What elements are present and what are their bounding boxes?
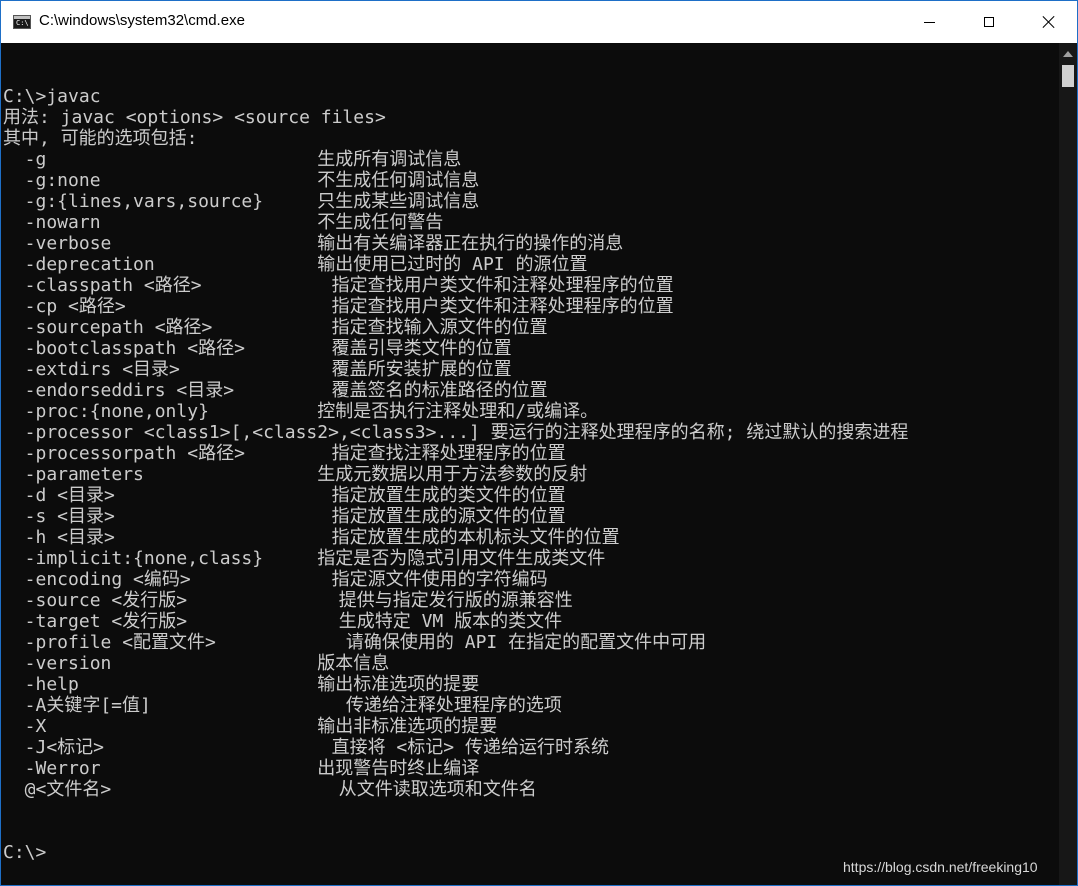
console-line: -g 生成所有调试信息 xyxy=(3,149,462,170)
console-line: -profile <配置文件> 请确保使用的 API 在指定的配置文件中可用 xyxy=(3,632,707,653)
console-line: -source <发行版> 提供与指定发行版的源兼容性 xyxy=(3,590,573,611)
console-line: -processorpath <路径> 指定查找注释处理程序的位置 xyxy=(3,443,566,464)
console-line: -processor <class1>[,<class2>,<class3>..… xyxy=(3,422,909,443)
console-line: C:\> xyxy=(3,842,47,863)
console-line: -d <目录> 指定放置生成的类文件的位置 xyxy=(3,485,566,506)
console-line: -nowarn 不生成任何警告 xyxy=(3,212,444,233)
scroll-thumb[interactable] xyxy=(1062,65,1074,87)
maximize-icon xyxy=(984,17,994,27)
maximize-button[interactable] xyxy=(959,1,1019,43)
console-line: -classpath <路径> 指定查找用户类文件和注释处理程序的位置 xyxy=(3,275,674,296)
console-line: -version 版本信息 xyxy=(3,653,390,674)
close-button[interactable] xyxy=(1019,1,1078,43)
console-line: -J<标记> 直接将 <标记> 传递给运行时系统 xyxy=(3,737,609,758)
cmd-icon[interactable]: C:\ xyxy=(13,15,31,29)
scroll-up-arrow-icon[interactable] xyxy=(1063,51,1073,57)
console-line: -g:{lines,vars,source} 只生成某些调试信息 xyxy=(3,191,480,212)
console-line: -A关键字[=值] 传递给注释处理程序的选项 xyxy=(3,695,562,716)
console-lines: C:\>javac 用法: javac <options> <source fil… xyxy=(3,65,908,863)
console-line: -proc:{none,only} 控制是否执行注释处理和/或编译。 xyxy=(3,401,599,422)
console-output[interactable]: C:\>javac 用法: javac <options> <source fil… xyxy=(1,43,1059,885)
console-line: -verbose 输出有关编译器正在执行的操作的消息 xyxy=(3,233,624,254)
cmd-window: C:\ C:\windows\system32\cmd.exe C:\>java… xyxy=(0,0,1078,886)
console-line: -implicit:{none,class} 指定是否为隐式引用文件生成类文件 xyxy=(3,548,606,569)
console-line: -cp <路径> 指定查找用户类文件和注释处理程序的位置 xyxy=(3,296,674,317)
minimize-button[interactable] xyxy=(899,1,959,43)
console-line: -g:none 不生成任何调试信息 xyxy=(3,170,480,191)
console-line: -Werror 出现警告时终止编译 xyxy=(3,758,480,779)
console-line: -parameters 生成元数据以用于方法参数的反射 xyxy=(3,464,588,485)
console-line: -encoding <编码> 指定源文件使用的字符编码 xyxy=(3,569,548,590)
title-bar[interactable]: C:\ C:\windows\system32\cmd.exe xyxy=(1,1,1077,43)
console-line: -bootclasspath <路径> 覆盖引导类文件的位置 xyxy=(3,338,512,359)
console-line: -help 输出标准选项的提要 xyxy=(3,674,480,695)
console-line: -X 输出非标准选项的提要 xyxy=(3,716,498,737)
minimize-icon xyxy=(923,21,935,23)
vertical-scrollbar[interactable] xyxy=(1059,43,1077,885)
console-line: -target <发行版> 生成特定 VM 版本的类文件 xyxy=(3,611,563,632)
console-line: -h <目录> 指定放置生成的本机标头文件的位置 xyxy=(3,527,620,548)
console-line: 其中, 可能的选项包括: xyxy=(3,128,198,149)
console-line: -sourcepath <路径> 指定查找输入源文件的位置 xyxy=(3,317,548,338)
console-line: -deprecation 输出使用已过时的 API 的源位置 xyxy=(3,254,588,275)
console-line: -s <目录> 指定放置生成的源文件的位置 xyxy=(3,506,566,527)
watermark-text: https://blog.csdn.net/freeking10 xyxy=(843,859,1038,875)
close-icon xyxy=(1042,15,1056,29)
console-line: -extdirs <目录> 覆盖所安装扩展的位置 xyxy=(3,359,512,380)
console-line: 用法: javac <options> <source files> xyxy=(3,107,386,128)
console-line: -endorseddirs <目录> 覆盖签名的标准路径的位置 xyxy=(3,380,548,401)
console-line: C:\>javac xyxy=(3,86,101,107)
window-title: C:\windows\system32\cmd.exe xyxy=(39,12,245,29)
console-line: @<文件名> 从文件读取选项和文件名 xyxy=(3,779,537,800)
